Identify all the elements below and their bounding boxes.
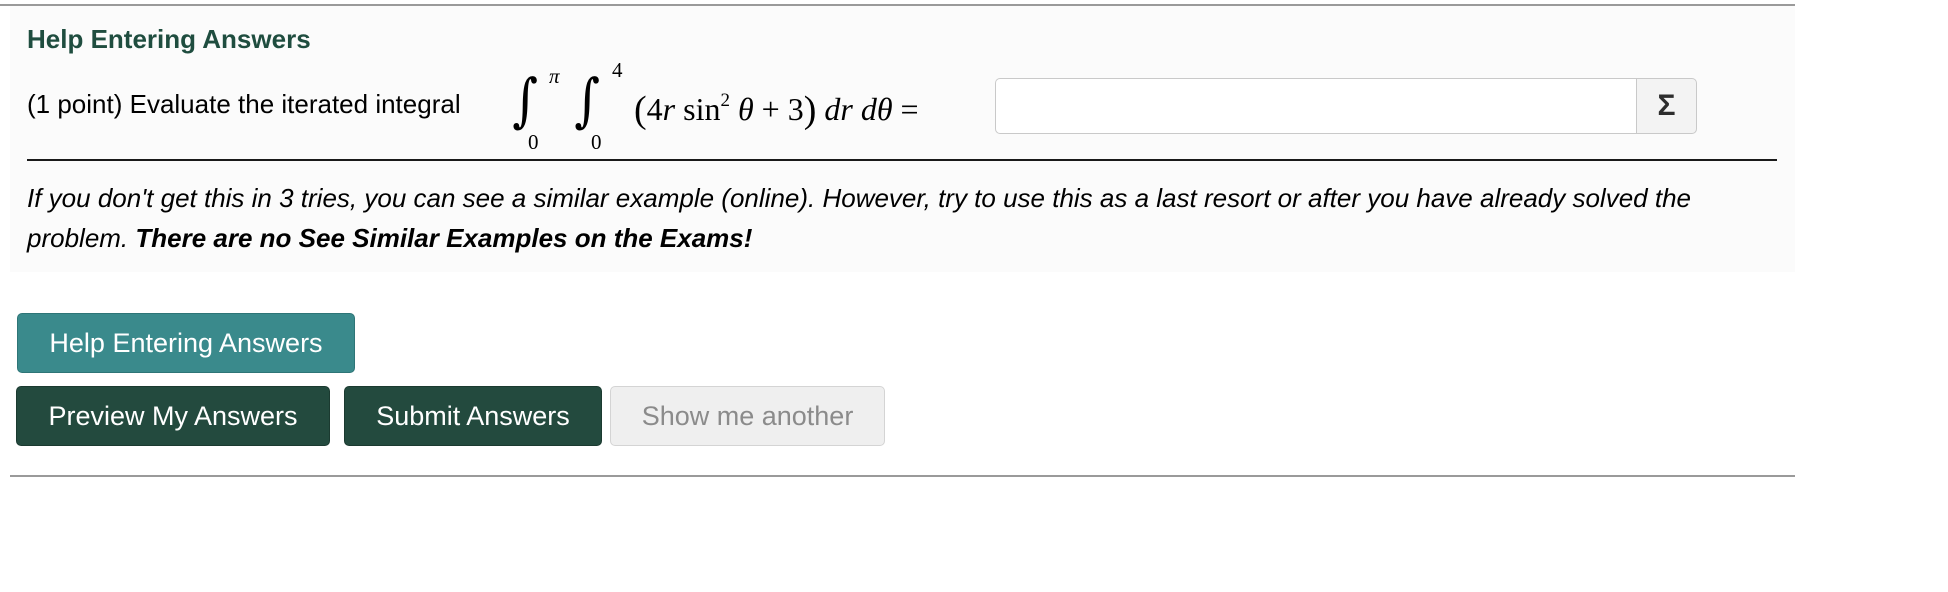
note-bold-warning: There are no See Similar Examples on the…	[135, 223, 753, 253]
integral-expression: ∫ π 0 ∫ 4 0 (4r sin2 θ + 3) dr dθ =	[502, 58, 992, 154]
integrand: (4r sin2 θ + 3) dr dθ =	[634, 86, 919, 131]
integrand-theta: θ	[729, 91, 754, 127]
open-paren: (	[634, 89, 647, 131]
equation-editor-button[interactable]: Σ	[1636, 78, 1697, 134]
inner-integral-sign: ∫	[574, 66, 600, 134]
help-entering-answers-button[interactable]: Help Entering Answers	[17, 313, 355, 373]
submit-answers-button[interactable]: Submit Answers	[344, 386, 602, 446]
integrand-constant: + 3	[753, 91, 804, 127]
preview-answers-button[interactable]: Preview My Answers	[16, 386, 330, 446]
bottom-divider	[10, 475, 1795, 477]
help-entering-answers-heading: Help Entering Answers	[27, 24, 311, 54]
similar-example-note: If you don't get this in 3 tries, you ca…	[27, 178, 1787, 258]
integrand-variable-r: r	[662, 91, 676, 127]
integrand-sin: sin	[675, 91, 721, 127]
inner-lower-limit: 0	[591, 130, 602, 154]
integrand-coefficient: 4	[646, 91, 663, 127]
equals-sign: =	[892, 91, 919, 127]
inner-upper-limit: 4	[612, 58, 623, 82]
outer-integral-sign: ∫	[512, 66, 538, 134]
outer-lower-limit: 0	[528, 130, 539, 154]
close-paren: )	[803, 89, 817, 131]
answer-input[interactable]	[995, 78, 1636, 134]
problem-page: Help Entering Answers (1 point) Evaluate…	[0, 0, 1948, 592]
differentials: dr dθ	[816, 91, 893, 127]
outer-upper-limit: π	[549, 64, 560, 88]
integrand-power: 2	[720, 90, 730, 112]
question-prefix: (1 point) Evaluate the iterated integral	[27, 89, 461, 119]
show-another-button[interactable]: Show me another	[610, 386, 885, 446]
sigma-icon: Σ	[1657, 89, 1676, 122]
question-divider	[27, 159, 1777, 161]
